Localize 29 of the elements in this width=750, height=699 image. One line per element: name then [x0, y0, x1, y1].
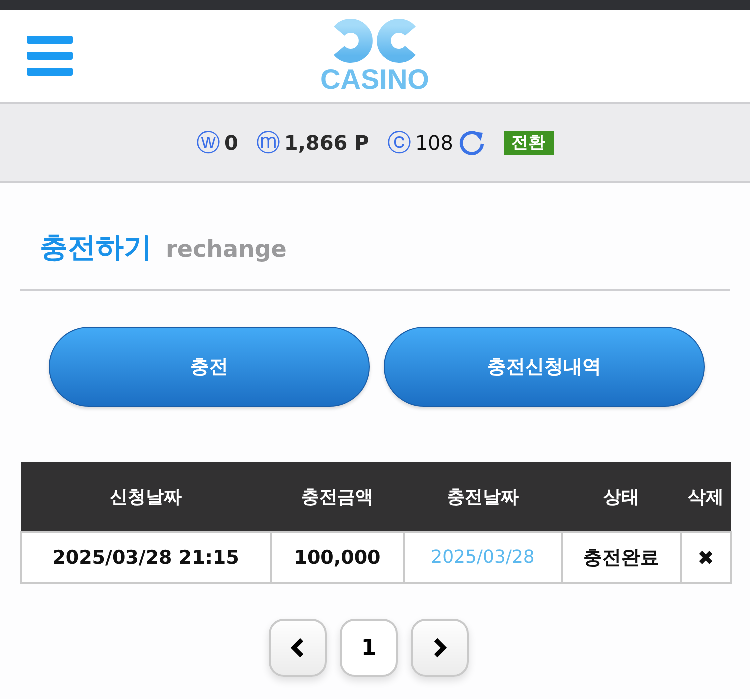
refresh-icon[interactable] — [458, 128, 486, 156]
column-header: 충전날짜 — [404, 462, 562, 532]
table-cell: 2025/03/28 21:15 — [21, 532, 271, 583]
logo-text: CASINO — [320, 66, 430, 94]
column-header: 신청날짜 — [21, 462, 271, 532]
chevron-left-icon — [291, 638, 305, 658]
coin-symbol-icon: ⓦ — [196, 128, 220, 156]
balance-value: 1,866 P — [284, 130, 370, 154]
page-subtitle: rechange — [166, 237, 287, 263]
action-button[interactable]: 충전 — [49, 327, 370, 407]
page-title: 충전하기 — [40, 230, 152, 266]
column-header: 상태 — [562, 462, 681, 532]
chevron-right-icon — [433, 638, 447, 658]
column-header: 삭제 — [681, 462, 731, 532]
next-page-button[interactable] — [411, 619, 469, 677]
table-cell: 100,000 — [271, 532, 404, 583]
coin-symbol-icon: ⓜ — [256, 128, 280, 156]
page-button[interactable]: 1 — [340, 619, 398, 677]
menu-icon[interactable] — [27, 36, 73, 76]
table-cell: 충전완료 — [562, 532, 681, 583]
delete-button[interactable]: ✖ — [698, 546, 714, 570]
balance-value: 108 — [415, 130, 454, 154]
convert-button[interactable]: 전환 — [504, 130, 554, 154]
balance-value: 0 — [224, 130, 238, 154]
action-button[interactable]: 충전신청내역 — [384, 327, 705, 407]
coin-symbol-icon: ⓒ — [387, 128, 412, 156]
previous-page-button[interactable] — [269, 619, 327, 677]
date-link-cell[interactable]: 2025/03/28 — [404, 532, 562, 583]
column-header: 충전금액 — [271, 462, 404, 532]
